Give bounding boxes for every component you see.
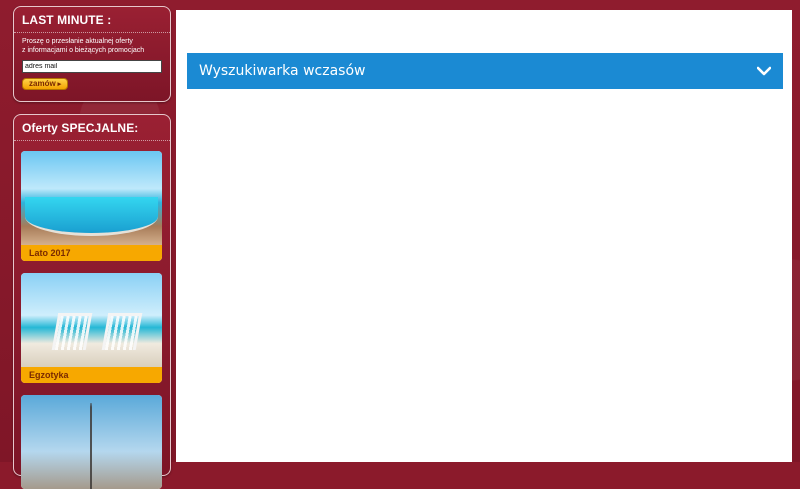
special-offers-box: Oferty SPECJALNE: Lato 2017 Egzotyka	[13, 114, 171, 489]
sidebar: LAST MINUTE : Proszę o przesłanie aktual…	[0, 0, 176, 489]
last-minute-title: LAST MINUTE :	[14, 7, 170, 33]
offer-label: Egzotyka	[21, 367, 162, 383]
main-content: Wyszukiwarka wczasów	[176, 10, 792, 462]
email-field[interactable]	[22, 60, 162, 73]
last-minute-description: Proszę o przesłanie aktualnej oferty z i…	[22, 38, 145, 54]
chevron-down-icon	[757, 66, 771, 76]
vacation-search-toggle[interactable]: Wyszukiwarka wczasów	[187, 53, 783, 89]
offer-card[interactable]: Egzotyka	[21, 273, 162, 383]
last-minute-box: LAST MINUTE : Proszę o przesłanie aktual…	[13, 6, 171, 102]
offer-image-pool	[21, 151, 162, 245]
order-button-label: zamów	[29, 79, 56, 88]
eiffel-tower-image	[79, 403, 103, 489]
order-button[interactable]: zamów ▸	[22, 78, 69, 90]
beach-chair-image	[101, 313, 143, 350]
offer-image-beach	[21, 273, 162, 367]
special-offers-title: Oferty SPECJALNE:	[14, 115, 170, 141]
beach-chair-image	[51, 313, 93, 350]
arrow-right-icon: ▸	[57, 81, 62, 88]
offer-card[interactable]	[21, 395, 162, 489]
vacation-search-title: Wyszukiwarka wczasów	[199, 63, 366, 79]
offer-label: Lato 2017	[21, 245, 162, 261]
offer-card[interactable]: Lato 2017	[21, 151, 162, 261]
offer-image-eiffel-tower	[21, 395, 162, 489]
